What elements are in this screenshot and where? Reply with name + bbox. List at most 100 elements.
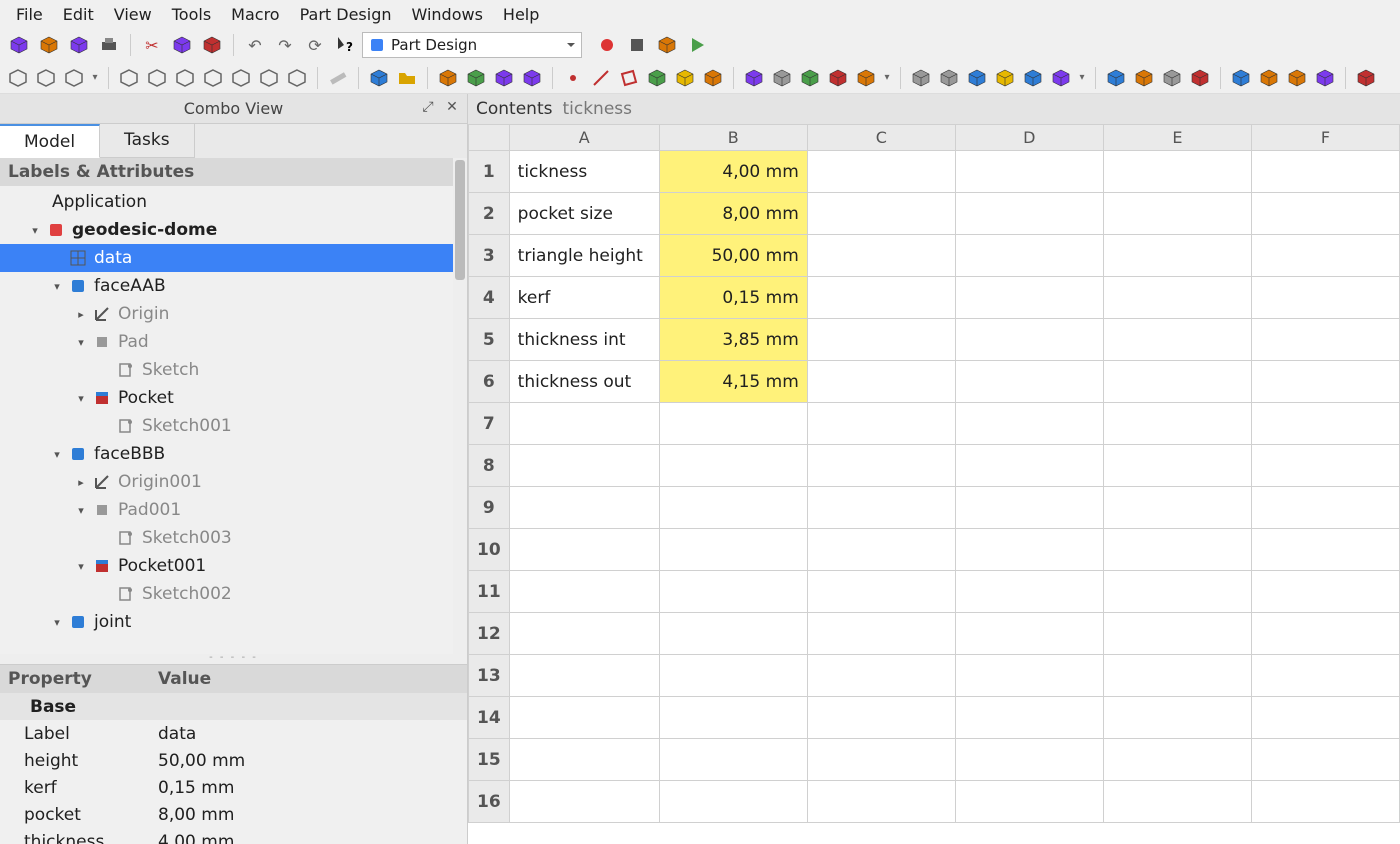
cell-A16[interactable] xyxy=(509,781,659,823)
menu-tools[interactable]: Tools xyxy=(162,3,221,26)
dropdown-arrow-icon[interactable]: ▾ xyxy=(1077,66,1087,90)
groove-icon[interactable] xyxy=(965,66,989,90)
tree-arrow-icon[interactable]: ▾ xyxy=(74,560,88,573)
cell-A14[interactable] xyxy=(509,697,659,739)
zoom-fit-icon[interactable] xyxy=(6,66,30,90)
tree-arrow-icon[interactable]: ▾ xyxy=(74,336,88,349)
tree-item-sketch[interactable]: Sketch xyxy=(0,356,467,384)
cell-F12[interactable] xyxy=(1251,613,1399,655)
cell-D4[interactable] xyxy=(955,277,1103,319)
cell-B4[interactable]: 0,15 mm xyxy=(659,277,807,319)
tree-item-application[interactable]: Application xyxy=(0,188,467,216)
cell-F3[interactable] xyxy=(1251,235,1399,277)
cell-F2[interactable] xyxy=(1251,193,1399,235)
col-header-E[interactable]: E xyxy=(1103,125,1251,151)
measure-icon[interactable] xyxy=(326,66,350,90)
cut-icon[interactable]: ✂ xyxy=(139,32,165,58)
menu-part-design[interactable]: Part Design xyxy=(290,3,402,26)
cell-A2[interactable]: pocket size xyxy=(509,193,659,235)
cell-D13[interactable] xyxy=(955,655,1103,697)
cell-C2[interactable] xyxy=(807,193,955,235)
row-header[interactable]: 12 xyxy=(469,613,510,655)
cell-D9[interactable] xyxy=(955,487,1103,529)
tree-item-facebbb[interactable]: ▾faceBBB xyxy=(0,440,467,468)
row-header[interactable]: 10 xyxy=(469,529,510,571)
cell-B13[interactable] xyxy=(659,655,807,697)
cell-A4[interactable]: kerf xyxy=(509,277,659,319)
row-header[interactable]: 16 xyxy=(469,781,510,823)
sketch-new-icon[interactable] xyxy=(520,66,544,90)
property-row[interactable]: Labeldata xyxy=(0,720,467,747)
cell-C9[interactable] xyxy=(807,487,955,529)
cell-A11[interactable] xyxy=(509,571,659,613)
cell-D5[interactable] xyxy=(955,319,1103,361)
cell-A3[interactable]: triangle height xyxy=(509,235,659,277)
cell-C10[interactable] xyxy=(807,529,955,571)
left-icon[interactable] xyxy=(285,66,309,90)
tree-item-origin001[interactable]: ▸Origin001 xyxy=(0,468,467,496)
row-header[interactable]: 14 xyxy=(469,697,510,739)
sub-sweep-icon[interactable] xyxy=(1021,66,1045,90)
expand-icon[interactable]: ⤢ xyxy=(419,98,437,116)
cell-E11[interactable] xyxy=(1103,571,1251,613)
cell-D12[interactable] xyxy=(955,613,1103,655)
cell-C6[interactable] xyxy=(807,361,955,403)
menu-windows[interactable]: Windows xyxy=(402,3,493,26)
copy-icon[interactable] xyxy=(169,32,195,58)
property-value[interactable]: data xyxy=(150,722,467,746)
cell-B8[interactable] xyxy=(659,445,807,487)
record-icon[interactable] xyxy=(594,32,620,58)
cell-E4[interactable] xyxy=(1103,277,1251,319)
cell-F15[interactable] xyxy=(1251,739,1399,781)
multi-transform-icon[interactable] xyxy=(1313,66,1337,90)
front-icon[interactable] xyxy=(145,66,169,90)
cell-D8[interactable] xyxy=(955,445,1103,487)
lcs-icon[interactable] xyxy=(645,66,669,90)
paste-icon[interactable] xyxy=(199,32,225,58)
cell-C5[interactable] xyxy=(807,319,955,361)
pocket-icon[interactable] xyxy=(909,66,933,90)
cell-F16[interactable] xyxy=(1251,781,1399,823)
hole-icon[interactable] xyxy=(937,66,961,90)
tree-arrow-icon[interactable]: ▾ xyxy=(74,504,88,517)
property-value[interactable]: 4,00 mm xyxy=(150,830,467,844)
row-header[interactable]: 1 xyxy=(469,151,510,193)
cell-E14[interactable] xyxy=(1103,697,1251,739)
rear-icon[interactable] xyxy=(229,66,253,90)
tree-item-origin[interactable]: ▸Origin xyxy=(0,300,467,328)
tree-item-data[interactable]: data xyxy=(0,244,467,272)
fillet-icon[interactable] xyxy=(1104,66,1128,90)
cell-B1[interactable]: 4,00 mm xyxy=(659,151,807,193)
cell-A10[interactable] xyxy=(509,529,659,571)
tree-arrow-icon[interactable]: ▾ xyxy=(50,448,64,461)
row-header[interactable]: 13 xyxy=(469,655,510,697)
property-value[interactable]: 50,00 mm xyxy=(150,749,467,773)
pad-icon[interactable] xyxy=(742,66,766,90)
clone-icon[interactable] xyxy=(701,66,725,90)
cell-B3[interactable]: 50,00 mm xyxy=(659,235,807,277)
cell-F4[interactable] xyxy=(1251,277,1399,319)
row-header[interactable]: 15 xyxy=(469,739,510,781)
row-header[interactable]: 8 xyxy=(469,445,510,487)
shapebinder-icon[interactable] xyxy=(673,66,697,90)
tree-arrow-icon[interactable]: ▸ xyxy=(74,308,88,321)
sweep-icon[interactable] xyxy=(826,66,850,90)
cell-F13[interactable] xyxy=(1251,655,1399,697)
cell-C11[interactable] xyxy=(807,571,955,613)
datum-line-icon[interactable] xyxy=(589,66,613,90)
cell-F7[interactable] xyxy=(1251,403,1399,445)
cell-B14[interactable] xyxy=(659,697,807,739)
tree-item-faceaab[interactable]: ▾faceAAB xyxy=(0,272,467,300)
loft-icon[interactable] xyxy=(798,66,822,90)
linear-pattern-icon[interactable] xyxy=(1257,66,1281,90)
refresh-icon[interactable]: ⟳ xyxy=(302,32,328,58)
cell-E7[interactable] xyxy=(1103,403,1251,445)
tree-view[interactable]: Labels & Attributes Application▾geodesic… xyxy=(0,158,467,654)
row-header[interactable]: 9 xyxy=(469,487,510,529)
cell-E13[interactable] xyxy=(1103,655,1251,697)
col-header-F[interactable]: F xyxy=(1251,125,1399,151)
cell-A15[interactable] xyxy=(509,739,659,781)
chamfer-icon[interactable] xyxy=(1132,66,1156,90)
cell-C7[interactable] xyxy=(807,403,955,445)
cell-D6[interactable] xyxy=(955,361,1103,403)
